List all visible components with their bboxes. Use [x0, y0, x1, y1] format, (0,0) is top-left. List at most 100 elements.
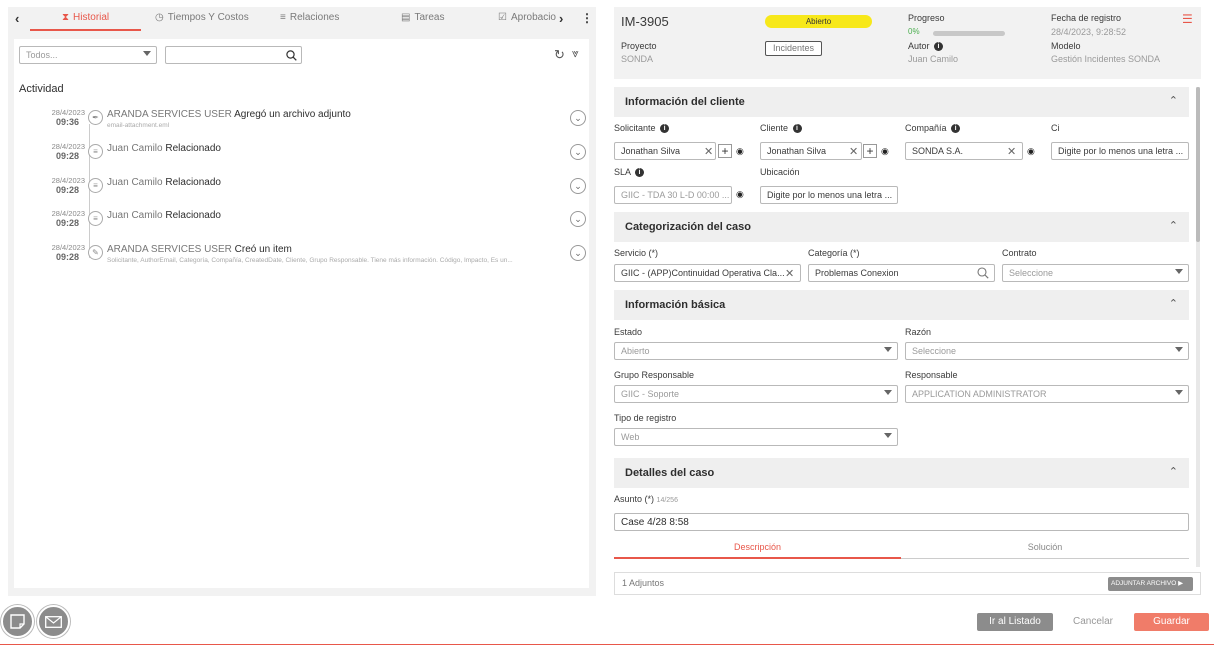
tab-descripcion[interactable]: Descripción — [614, 537, 901, 559]
ci-field[interactable]: Digite por lo menos una letra ... — [1051, 142, 1189, 160]
info-icon: i — [951, 124, 961, 134]
compania-label: Compañía i — [905, 123, 961, 134]
chevron-up-icon[interactable]: ⌃ — [1169, 94, 1178, 107]
chevron-up-icon[interactable]: ⌃ — [1169, 297, 1178, 310]
collapse-all-icon[interactable]: ⩔ — [572, 46, 579, 61]
clear-icon[interactable]: ✕ — [849, 145, 858, 158]
add-icon[interactable]: + — [863, 144, 877, 158]
razon-select[interactable]: Seleccione — [905, 342, 1189, 360]
tab-scroll-right-icon[interactable]: › — [559, 11, 563, 26]
form-scrollbar-thumb[interactable] — [1196, 87, 1200, 242]
cliente-label: Cliente i — [760, 123, 802, 134]
categoria-field[interactable]: Problemas Conexion — [808, 264, 995, 282]
search-icon[interactable] — [977, 267, 989, 279]
active-tab-underline — [30, 29, 141, 31]
ubicacion-label: Ubicación — [760, 167, 800, 177]
section-detalles-header[interactable]: Detalles del caso ⌃ — [614, 458, 1189, 488]
add-icon[interactable]: + — [718, 144, 732, 158]
notes-button[interactable] — [1, 605, 34, 638]
section-categorizacion-header[interactable]: Categorización del caso ⌃ — [614, 212, 1189, 242]
tab-historial[interactable]: ⧗ Historial — [62, 12, 109, 23]
clear-icon[interactable]: ✕ — [785, 267, 794, 280]
proyecto-label: Proyecto — [621, 41, 657, 51]
chevron-up-icon[interactable]: ⌃ — [1169, 465, 1178, 478]
autor-label: Autor i — [908, 41, 944, 52]
eye-icon[interactable]: ◉ — [736, 189, 744, 200]
attach-file-button[interactable]: ADJUNTAR ARCHIVO ▶ — [1108, 577, 1193, 591]
info-icon: i — [934, 42, 944, 52]
asunto-input[interactable]: Case 4/28 8:58 — [614, 513, 1189, 531]
chevron-down-icon — [884, 433, 892, 438]
contrato-select[interactable]: Seleccione — [1002, 264, 1189, 282]
progress-value: 0% — [908, 27, 920, 36]
activity-title: Actividad — [19, 83, 64, 95]
chevron-down-icon — [884, 347, 892, 352]
info-icon: i — [635, 168, 645, 178]
compania-field[interactable]: SONDA S.A. — [905, 142, 1023, 160]
clear-icon[interactable]: ✕ — [704, 145, 713, 158]
timeline-item: 28/4/2023 09:36 ✒ ARANDA SERVICES USER A… — [14, 108, 589, 140]
activity-filter-select[interactable]: Todos... — [19, 46, 157, 64]
save-button[interactable]: Guardar — [1134, 613, 1209, 631]
expand-item-icon[interactable]: ⌄ — [570, 110, 586, 126]
registro-value: 28/4/2023, 9:28:52 — [1051, 27, 1127, 37]
eye-icon[interactable]: ◉ — [881, 146, 889, 157]
cliente-field[interactable]: Jonathan Silva — [760, 142, 862, 160]
modelo-label: Modelo — [1051, 41, 1081, 51]
tab-scroll-left-icon[interactable]: ‹ — [15, 11, 19, 26]
section-basica-header[interactable]: Información básica ⌃ — [614, 290, 1189, 320]
expand-item-icon[interactable]: ⌄ — [570, 144, 586, 160]
clock-money-icon: ◷ — [155, 12, 164, 23]
status-badge: Abierto — [765, 15, 872, 28]
refresh-icon[interactable]: ↻ — [554, 47, 565, 63]
grupo-select[interactable]: GIIC - Soporte — [614, 385, 898, 403]
eye-icon[interactable]: ◉ — [736, 146, 744, 157]
progress-bar — [933, 31, 1005, 36]
menu-list-icon[interactable]: ☰ — [1182, 12, 1193, 26]
more-vertical-icon[interactable]: ⋮ — [581, 11, 593, 25]
timeline-item: 28/4/2023 09:28 ≡ Juan Camilo Relacionad… — [14, 142, 589, 174]
clear-icon[interactable]: ✕ — [1007, 145, 1016, 158]
cancel-button[interactable]: Cancelar — [1062, 613, 1124, 631]
section-cliente-header[interactable]: Información del cliente ⌃ — [614, 87, 1189, 117]
razon-label: Razón — [905, 327, 932, 337]
tab-tareas[interactable]: ▤ Tareas — [401, 12, 444, 23]
chevron-up-icon[interactable]: ⌃ — [1169, 219, 1178, 232]
go-to-list-button[interactable]: Ir al Listado — [977, 613, 1053, 631]
servicio-field[interactable]: GIIC - (APP)Continuidad Operativa Cla... — [614, 264, 801, 282]
expand-item-icon[interactable]: ⌄ — [570, 178, 586, 194]
info-icon: i — [792, 124, 802, 134]
tab-relaciones[interactable]: ≡ Relaciones — [280, 12, 339, 23]
envelope-icon — [45, 616, 62, 628]
history-panel: ‹ ⧗ Historial ◷ Tiempos Y Costos ≡ Relac… — [8, 7, 596, 596]
case-form: Información del cliente ⌃ Solicitante i … — [614, 87, 1189, 567]
tipo-registro-select[interactable]: Web — [614, 428, 898, 446]
activity-search-input[interactable] — [165, 46, 302, 64]
solicitante-field[interactable]: Jonathan Silva — [614, 142, 716, 160]
ubicacion-field[interactable]: Digite por lo menos una letra ... — [760, 186, 898, 204]
responsable-select[interactable]: APPLICATION ADMINISTRATOR — [905, 385, 1189, 403]
hourglass-icon: ⧗ — [62, 12, 70, 23]
asunto-label: Asunto (*) 14/256 — [614, 494, 678, 504]
email-button[interactable] — [37, 605, 70, 638]
search-icon — [286, 50, 297, 61]
expand-item-icon[interactable]: ⌄ — [570, 245, 586, 261]
play-icon: ▶ — [1178, 580, 1184, 587]
tab-aprobaciones[interactable]: ☑ Aprobacio — [498, 12, 556, 23]
eye-icon[interactable]: ◉ — [1027, 146, 1035, 157]
tab-tiempos-y-costos[interactable]: ◷ Tiempos Y Costos — [155, 12, 249, 23]
form-scrollbar[interactable] — [1196, 87, 1200, 567]
estado-label: Estado — [614, 327, 643, 337]
case-id: IM-3905 — [621, 14, 669, 29]
solicitante-label: Solicitante i — [614, 123, 670, 134]
incidentes-button[interactable]: Incidentes — [765, 41, 822, 56]
progress-label: Progreso — [908, 13, 945, 23]
note-icon — [10, 614, 25, 629]
estado-select[interactable]: Abierto — [614, 342, 898, 360]
tab-solucion[interactable]: Solución — [901, 537, 1189, 559]
case-header: IM-3905 Abierto Progreso 0% Fecha de reg… — [614, 7, 1201, 79]
expand-item-icon[interactable]: ⌄ — [570, 211, 586, 227]
timeline-item: 28/4/2023 09:28 ≡ Juan Camilo Relacionad… — [14, 176, 589, 208]
timeline-item: 28/4/2023 09:28 ≡ Juan Camilo Relacionad… — [14, 209, 589, 241]
attachments-count: 1 Adjuntos — [622, 578, 665, 588]
